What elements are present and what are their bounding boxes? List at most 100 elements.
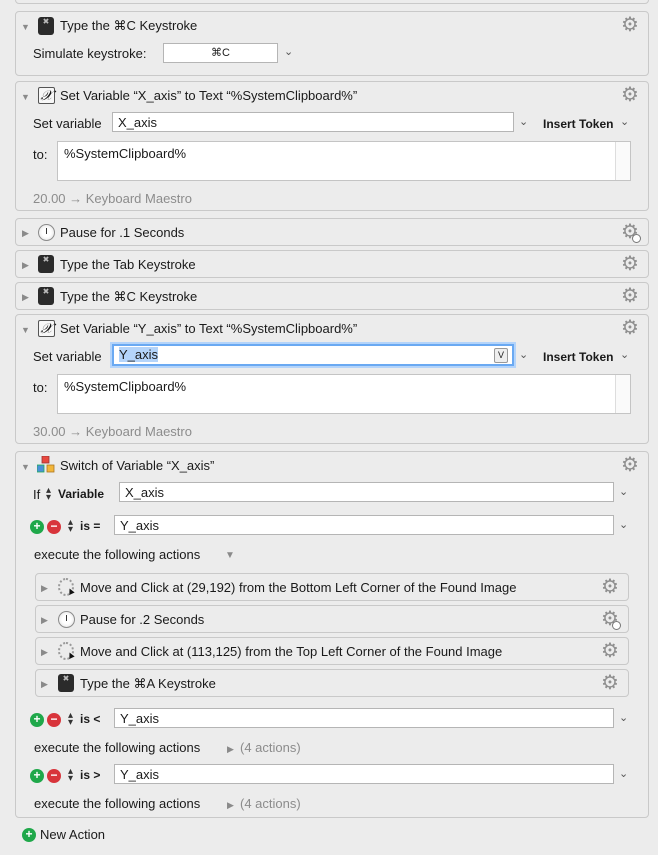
insert-token-button[interactable]: Insert Token (543, 350, 613, 364)
action-title[interactable]: Type the ⌘C Keystroke (60, 18, 197, 34)
execute-label: execute the following actions (34, 740, 201, 755)
add-case-button[interactable]: + (30, 713, 44, 727)
sub-action-title[interactable]: Pause for .2 Seconds (80, 612, 204, 627)
insert-token-chevron-icon[interactable]: ⌄ (620, 348, 629, 361)
remove-case-button[interactable]: − (47, 769, 61, 783)
variable-name-field[interactable]: X_axis (112, 112, 514, 132)
sub-action-title[interactable]: Move and Click at (113,125) from the Top… (80, 644, 502, 659)
gear-icon[interactable]: ⚙ (620, 286, 640, 306)
clock-icon (58, 611, 75, 628)
simulate-keystroke-label: Simulate keystroke: (33, 46, 147, 61)
case-value-field[interactable]: Y_axis (114, 708, 614, 728)
set-variable-label: Set variable (33, 116, 102, 131)
action-title[interactable]: Set Variable “Y_axis” to Text “%SystemCl… (60, 321, 357, 336)
action-title[interactable]: Pause for .1 Seconds (60, 225, 184, 240)
gear-icon[interactable]: ⚙ (620, 254, 640, 274)
collapse-triangle[interactable]: ▼ (21, 22, 30, 32)
action-set-variable-x[interactable]: ▼ 𝒳 Set Variable “X_axis” to Text “%Syst… (15, 81, 649, 211)
gear-icon[interactable]: ⚙ (620, 455, 640, 475)
variable-badge-icon[interactable]: V (494, 348, 508, 363)
insert-token-button[interactable]: Insert Token (543, 117, 613, 131)
case-operator[interactable]: is = (80, 519, 100, 533)
keyboard-icon: ✖ (38, 255, 54, 273)
mouse-click-icon (58, 578, 74, 596)
variable-chevron-icon[interactable]: ⌄ (519, 115, 528, 128)
expand-triangle[interactable]: ▶ (22, 228, 29, 238)
switch-variable-chevron-icon[interactable]: ⌄ (619, 485, 628, 498)
switch-variable-field[interactable]: X_axis (119, 482, 614, 502)
action-set-variable-y[interactable]: ▼ 𝒳 Set Variable “Y_axis” to Text “%Syst… (15, 314, 649, 444)
expand-triangle[interactable]: ▶ (22, 260, 29, 270)
case-value-field[interactable]: Y_axis (114, 515, 614, 535)
gear-icon[interactable]: ⚙ (600, 609, 621, 630)
case-operator[interactable]: is < (80, 712, 100, 726)
sub-action-title[interactable]: Type the ⌘A Keystroke (80, 676, 216, 692)
sub-action-type-cmd-a[interactable]: ▶ ✖ Type the ⌘A Keystroke ⚙ (35, 669, 629, 697)
action-switch[interactable]: ▼ Switch of Variable “X_axis” ⚙ If ▴ ▾ Va… (15, 451, 649, 818)
text-scrollbar[interactable] (615, 375, 630, 413)
sub-action-move-click-1[interactable]: ▶ Move and Click at (29,192) from the Bo… (35, 573, 629, 601)
set-variable-label: Set variable (33, 349, 102, 364)
text-scrollbar[interactable] (615, 142, 630, 180)
expand-triangle[interactable]: ▶ (41, 583, 48, 593)
variable-label[interactable]: Variable (58, 487, 104, 501)
collapse-triangle[interactable]: ▼ (21, 325, 30, 335)
keyboard-icon: ✖ (38, 287, 54, 305)
previous-action-block (15, 0, 649, 4)
add-case-button[interactable]: + (30, 520, 44, 534)
gear-icon[interactable]: ⚙ (620, 15, 640, 35)
variable-chevron-icon[interactable]: ⌄ (519, 348, 528, 361)
case-value-chevron-icon[interactable]: ⌄ (619, 518, 628, 531)
gear-icon[interactable]: ⚙ (600, 673, 620, 693)
case-value-field[interactable]: Y_axis (114, 764, 614, 784)
expand-triangle[interactable]: ▶ (41, 679, 48, 689)
gear-icon[interactable]: ⚙ (620, 318, 640, 338)
actions-count: (4 actions) (240, 796, 301, 811)
case-operator-stepper[interactable]: ▴ ▾ (68, 711, 73, 728)
expand-triangle[interactable]: ▶ (22, 292, 29, 302)
text-value-field[interactable]: %SystemClipboard% (57, 374, 631, 414)
sub-action-pause[interactable]: ▶ Pause for .2 Seconds ⚙ (35, 605, 629, 633)
case-operator[interactable]: is > (80, 768, 100, 782)
text-value-field[interactable]: %SystemClipboard% (57, 141, 631, 181)
insert-token-chevron-icon[interactable]: ⌄ (620, 115, 629, 128)
collapse-triangle[interactable]: ▼ (21, 462, 30, 472)
new-action-button[interactable]: New Action (40, 827, 105, 842)
action-title[interactable]: Set Variable “X_axis” to Text “%SystemCl… (60, 88, 357, 103)
case-value-chevron-icon[interactable]: ⌄ (619, 711, 628, 724)
action-footer: 30.00 → Keyboard Maestro (33, 424, 192, 439)
case-operator-stepper[interactable]: ▴ ▾ (68, 518, 73, 535)
expand-triangle[interactable]: ▶ (41, 615, 48, 625)
gear-icon[interactable]: ⚙ (620, 222, 641, 243)
action-pause-1[interactable]: ▶ Pause for .1 Seconds ⚙ (15, 218, 649, 246)
gear-icon[interactable]: ⚙ (620, 85, 640, 105)
collapse-actions-triangle[interactable]: ▼ (225, 551, 235, 561)
remove-case-button[interactable]: − (47, 520, 61, 534)
expand-triangle[interactable]: ▶ (41, 647, 48, 657)
new-action-plus-icon[interactable]: + (22, 828, 36, 842)
remove-case-button[interactable]: − (47, 713, 61, 727)
variable-icon: 𝒳 (38, 320, 55, 337)
keystroke-field[interactable]: ⌘C (163, 43, 278, 63)
add-case-button[interactable]: + (30, 769, 44, 783)
actions-count: (4 actions) (240, 740, 301, 755)
action-title[interactable]: Switch of Variable “X_axis” (60, 458, 214, 473)
case-value-chevron-icon[interactable]: ⌄ (619, 767, 628, 780)
action-title[interactable]: Type the ⌘C Keystroke (60, 289, 197, 305)
gear-icon[interactable]: ⚙ (600, 577, 620, 597)
execute-label: execute the following actions (34, 547, 201, 562)
gear-icon[interactable]: ⚙ (600, 641, 620, 661)
expand-actions-triangle[interactable]: ▶ (227, 800, 234, 810)
action-type-tab[interactable]: ▶ ✖ Type the Tab Keystroke ⚙ (15, 250, 649, 278)
action-title[interactable]: Type the Tab Keystroke (60, 257, 196, 272)
collapse-triangle[interactable]: ▼ (21, 92, 30, 102)
sub-action-move-click-2[interactable]: ▶ Move and Click at (113,125) from the T… (35, 637, 629, 665)
chevron-down-icon[interactable]: ⌄ (284, 45, 293, 58)
case-operator-stepper[interactable]: ▴ ▾ (68, 767, 73, 784)
variable-name-field[interactable]: Y_axis V (112, 344, 514, 366)
expand-actions-triangle[interactable]: ▶ (227, 744, 234, 754)
action-type-cmd-c-2[interactable]: ▶ ✖ Type the ⌘C Keystroke ⚙ (15, 282, 649, 310)
action-type-cmd-c-1[interactable]: ▼ ✖ Type the ⌘C Keystroke ⚙ Simulate key… (15, 11, 649, 76)
sub-action-title[interactable]: Move and Click at (29,192) from the Bott… (80, 580, 516, 595)
condition-type-stepper[interactable]: ▴ ▾ (46, 486, 51, 503)
